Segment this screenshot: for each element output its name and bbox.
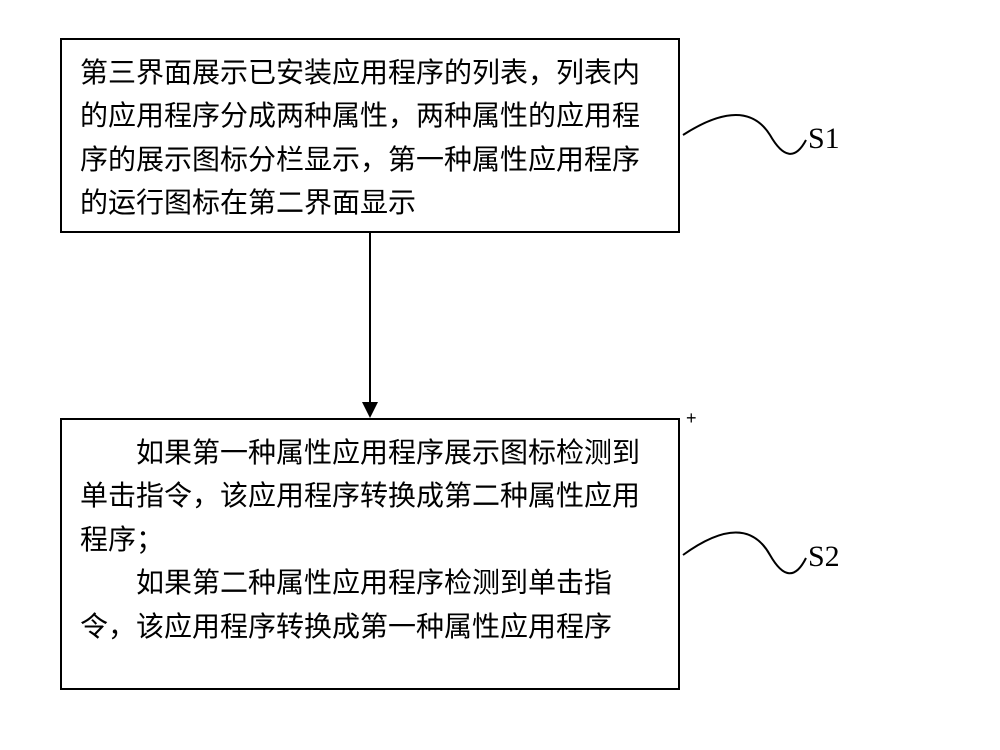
- flow-step-s1-text: 第三界面展示已安装应用程序的列表，列表内的应用程序分成两种属性，两种属性的应用程…: [80, 58, 640, 219]
- flow-step-s2-para2: 如果第二种属性应用程序检测到单击指令，该应用程序转换成第一种属性应用程序: [80, 562, 660, 649]
- flow-step-s1: 第三界面展示已安装应用程序的列表，列表内的应用程序分成两种属性，两种属性的应用程…: [60, 38, 680, 233]
- step-label-s1: S1: [808, 122, 840, 156]
- flow-step-s2: 如果第一种属性应用程序展示图标检测到单击指令，该应用程序转换成第二种属性应用程序…: [60, 418, 680, 690]
- flow-step-s2-para1: 如果第一种属性应用程序展示图标检测到单击指令，该应用程序转换成第二种属性应用程序…: [80, 432, 660, 562]
- step-label-s2: S2: [808, 540, 840, 574]
- cross-mark-icon: +: [686, 408, 697, 429]
